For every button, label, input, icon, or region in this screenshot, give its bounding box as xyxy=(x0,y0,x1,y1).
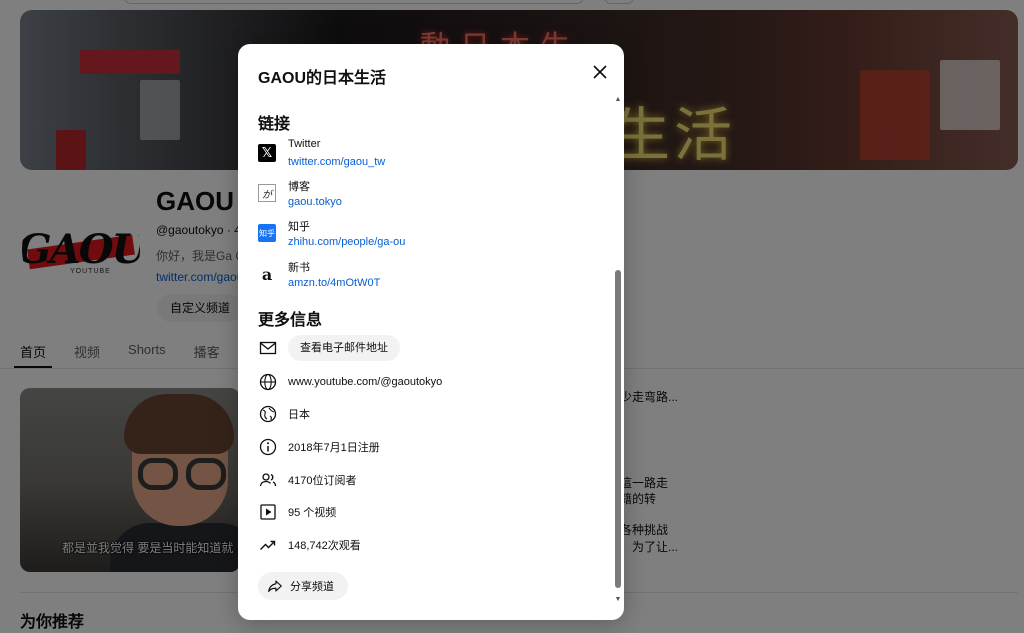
dialog-scrollbar[interactable]: ▲ ▼ xyxy=(614,96,622,604)
video-count: 95 个视频 xyxy=(288,507,337,519)
scroll-up-arrow-icon[interactable]: ▲ xyxy=(614,96,622,104)
x-logo-icon: 𝕏 xyxy=(258,144,276,162)
subscriber-count: 4170位订阅者 xyxy=(288,475,357,487)
scroll-down-arrow-icon[interactable]: ▼ xyxy=(614,596,622,604)
link-item-twitter[interactable]: 𝕏 Twitter twitter.com/gaou_tw xyxy=(258,138,588,178)
country-row: 日本 xyxy=(258,402,588,426)
subscribers-row: 4170位订阅者 xyxy=(258,468,588,492)
close-button[interactable] xyxy=(590,62,610,82)
about-channel-dialog: GAOU的日本生活 链接 𝕏 Twitter twitter.com/gaou_… xyxy=(238,44,624,620)
views-row: 148,742次观看 xyxy=(258,533,588,557)
mail-icon xyxy=(258,338,278,358)
view-email-button[interactable]: 查看电子邮件地址 xyxy=(288,335,400,361)
link-name: 博客 xyxy=(288,181,310,193)
more-info-heading: 更多信息 xyxy=(258,312,323,329)
country-text: 日本 xyxy=(288,409,310,421)
link-url[interactable]: zhihu.com/people/ga-ou xyxy=(288,236,405,248)
email-row: 查看电子邮件地址 xyxy=(258,335,588,361)
globe-icon xyxy=(258,372,278,392)
channel-url[interactable]: www.youtube.com/@gaoutokyo xyxy=(288,376,442,388)
amazon-logo-icon: a xyxy=(261,264,273,284)
close-icon xyxy=(593,65,607,79)
link-item-blog[interactable]: が 博客 gaou.tokyo xyxy=(258,178,588,218)
link-item-zhihu[interactable]: 知乎 知乎 zhihu.com/people/ga-ou xyxy=(258,218,588,258)
info-icon xyxy=(258,437,278,457)
globe-location-icon xyxy=(258,404,278,424)
link-url[interactable]: gaou.tokyo xyxy=(288,196,342,208)
zhihu-logo-icon: 知乎 xyxy=(258,224,276,242)
view-count: 148,742次观看 xyxy=(288,540,361,552)
blog-logo-icon: が xyxy=(258,184,276,202)
link-url[interactable]: twitter.com/gaou_tw xyxy=(288,156,385,168)
joined-row: 2018年7月1日注册 xyxy=(258,435,588,459)
video-play-icon xyxy=(258,502,278,522)
videos-row: 95 个视频 xyxy=(258,500,588,524)
link-name: Twitter xyxy=(288,138,321,150)
link-item-new-book[interactable]: a 新书 amzn.to/4mOtW0T xyxy=(258,259,588,299)
share-channel-button[interactable]: 分享频道 xyxy=(258,572,348,600)
trending-icon xyxy=(258,535,278,555)
subscribers-icon xyxy=(258,470,278,490)
link-url[interactable]: amzn.to/4mOtW0T xyxy=(288,277,380,289)
share-icon xyxy=(268,580,282,592)
link-name: 新书 xyxy=(288,262,310,274)
share-button-label: 分享频道 xyxy=(290,581,334,593)
links-heading: 链接 xyxy=(258,116,291,133)
joined-date: 2018年7月1日注册 xyxy=(288,442,380,454)
website-row: www.youtube.com/@gaoutokyo xyxy=(258,370,588,394)
link-name: 知乎 xyxy=(288,221,310,233)
dialog-title: GAOU的日本生活 xyxy=(258,70,387,87)
scrollbar-thumb[interactable] xyxy=(615,270,621,588)
